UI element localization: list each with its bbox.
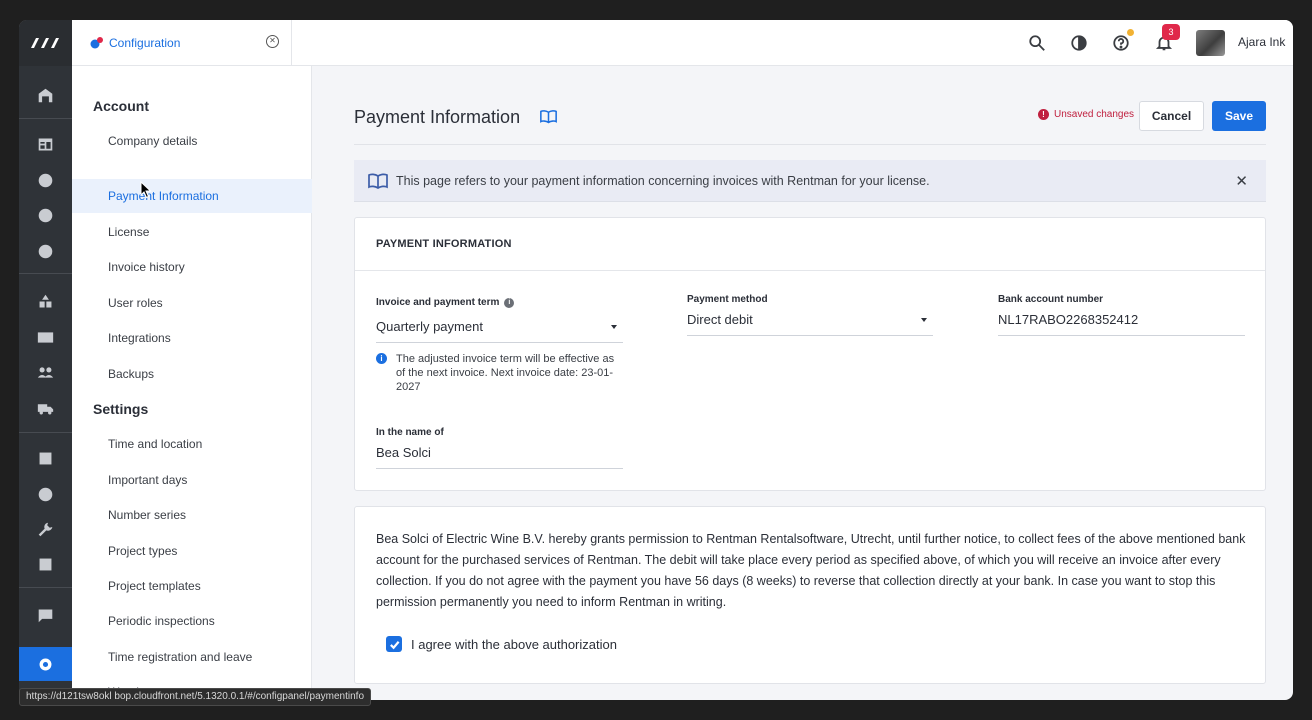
top-bar: Configuration ✕ 3 Ajara Ink bbox=[72, 20, 1293, 66]
bank-account-value: NL17RABO2268352412 bbox=[998, 312, 1139, 327]
info-banner-text: This page refers to your payment informa… bbox=[396, 173, 930, 188]
close-tab-icon[interactable]: ✕ bbox=[266, 35, 279, 48]
status-bar-url: https://d121tsw8okl bop.cloudfront.net/5… bbox=[19, 688, 372, 706]
section-title: PAYMENT INFORMATION bbox=[355, 218, 1265, 271]
users-icon[interactable] bbox=[19, 357, 72, 387]
unsaved-changes-indicator: ! Unsaved changes bbox=[1038, 109, 1134, 120]
menu-heading-settings: Settings bbox=[93, 401, 149, 417]
menu-item-important-days[interactable]: Important days bbox=[72, 463, 312, 497]
invoice-term-label: Invoice and payment term i bbox=[376, 297, 515, 308]
close-icon[interactable]: ✕ bbox=[1235, 172, 1248, 190]
divider bbox=[354, 144, 1266, 145]
agree-checkbox-row[interactable]: I agree with the above authorization bbox=[386, 636, 617, 652]
term-note-text: The adjusted invoice term will be effect… bbox=[396, 353, 615, 393]
menu-item-payment-information[interactable]: Payment Information bbox=[72, 179, 312, 213]
tasks-icon[interactable] bbox=[19, 443, 72, 473]
menu-item-time-and-location[interactable]: Time and location bbox=[72, 427, 312, 461]
avatar[interactable] bbox=[1196, 30, 1225, 56]
notifications-icon[interactable]: 3 bbox=[1153, 24, 1180, 54]
agree-label: I agree with the above authorization bbox=[411, 636, 617, 652]
payment-method-value: Direct debit bbox=[687, 312, 753, 327]
logo-icon[interactable] bbox=[19, 20, 72, 66]
alert-icon: ! bbox=[1038, 109, 1049, 120]
finance-icon[interactable] bbox=[19, 236, 72, 266]
account-holder-label: In the name of bbox=[376, 427, 444, 438]
wrench-icon[interactable] bbox=[19, 514, 72, 544]
payment-method-select[interactable]: Direct debit bbox=[687, 310, 933, 336]
authorization-text: Bea Solci of Electric Wine B.V. hereby g… bbox=[376, 532, 1246, 609]
clock-icon[interactable] bbox=[19, 479, 72, 509]
settings-icon[interactable] bbox=[19, 647, 72, 681]
cancel-button[interactable]: Cancel bbox=[1139, 101, 1204, 131]
bank-account-label: Bank account number bbox=[998, 294, 1104, 305]
unsaved-changes-label: Unsaved changes bbox=[1054, 109, 1135, 120]
user-name[interactable]: Ajara Ink bbox=[1238, 35, 1285, 49]
menu-heading-account: Account bbox=[93, 98, 149, 114]
term-note: i The adjusted invoice term will be effe… bbox=[376, 352, 626, 394]
app-window: Configuration ✕ 3 Ajara Ink Account Comp… bbox=[19, 20, 1293, 700]
caret-down-icon bbox=[611, 325, 617, 329]
help-icon[interactable] bbox=[1110, 29, 1134, 54]
menu-item-license[interactable]: License bbox=[72, 215, 312, 249]
main-content: Payment Information ! Unsaved changes Ca… bbox=[312, 66, 1293, 700]
search-icon[interactable] bbox=[1026, 32, 1048, 54]
check-icon bbox=[389, 640, 399, 649]
book-icon bbox=[368, 172, 388, 189]
payment-information-card: PAYMENT INFORMATION Invoice and payment … bbox=[354, 217, 1266, 491]
invoice-term-label-text: Invoice and payment term bbox=[376, 297, 500, 308]
truck-icon[interactable] bbox=[19, 393, 72, 423]
invoice-term-value: Quarterly payment bbox=[376, 319, 483, 334]
menu-item-user-roles[interactable]: User roles bbox=[72, 286, 312, 320]
menu-item-project-types[interactable]: Project types bbox=[72, 534, 312, 568]
menu-item-invoice-history[interactable]: Invoice history bbox=[72, 250, 312, 284]
info-banner: This page refers to your payment informa… bbox=[354, 160, 1266, 202]
book-icon[interactable] bbox=[540, 109, 557, 129]
menu-item-number-series[interactable]: Number series bbox=[72, 498, 312, 532]
caret-down-icon bbox=[921, 318, 927, 322]
menu-item-periodic-inspections[interactable]: Periodic inspections bbox=[72, 604, 312, 638]
mouse-cursor-icon bbox=[140, 181, 152, 199]
contacts-icon[interactable] bbox=[19, 165, 72, 195]
bank-account-input[interactable]: NL17RABO2268352412 bbox=[998, 310, 1245, 336]
agree-checkbox[interactable] bbox=[386, 636, 402, 652]
dashboard-icon[interactable] bbox=[19, 129, 72, 159]
info-icon[interactable]: i bbox=[504, 297, 515, 308]
timer-icon[interactable] bbox=[1068, 32, 1090, 54]
tab-label: Configuration bbox=[109, 36, 181, 50]
account-holder-input[interactable]: Bea Solci bbox=[376, 443, 623, 469]
equipment-icon[interactable] bbox=[19, 286, 72, 316]
reports-icon[interactable] bbox=[19, 549, 72, 579]
save-button[interactable]: Save bbox=[1212, 101, 1266, 131]
vcard-icon[interactable] bbox=[19, 322, 72, 352]
menu-item-time-registration[interactable]: Time registration and leave bbox=[72, 640, 312, 674]
info-icon: i bbox=[376, 353, 387, 364]
menu-item-integrations[interactable]: Integrations bbox=[72, 321, 312, 355]
main-rail bbox=[19, 20, 72, 700]
menu-item-project-templates[interactable]: Project templates bbox=[72, 569, 312, 603]
gears-icon bbox=[90, 37, 103, 49]
notification-badge: 3 bbox=[1162, 24, 1180, 40]
warehouse-icon[interactable] bbox=[19, 80, 72, 110]
invoice-term-select[interactable]: Quarterly payment bbox=[376, 317, 623, 343]
page-title: Payment Information bbox=[354, 107, 521, 127]
menu-item-company-details[interactable]: Company details bbox=[72, 124, 312, 158]
authorization-card: Bea Solci of Electric Wine B.V. hereby g… bbox=[354, 506, 1266, 684]
menu-item-backups[interactable]: Backups bbox=[72, 357, 312, 391]
settings-menu: Account Company details Payment Informat… bbox=[72, 66, 312, 700]
messages-icon[interactable] bbox=[19, 600, 72, 630]
account-holder-value: Bea Solci bbox=[376, 445, 431, 460]
payment-method-label: Payment method bbox=[687, 294, 768, 305]
tab-configuration[interactable]: Configuration ✕ bbox=[72, 20, 292, 66]
crew-icon[interactable] bbox=[19, 200, 72, 230]
